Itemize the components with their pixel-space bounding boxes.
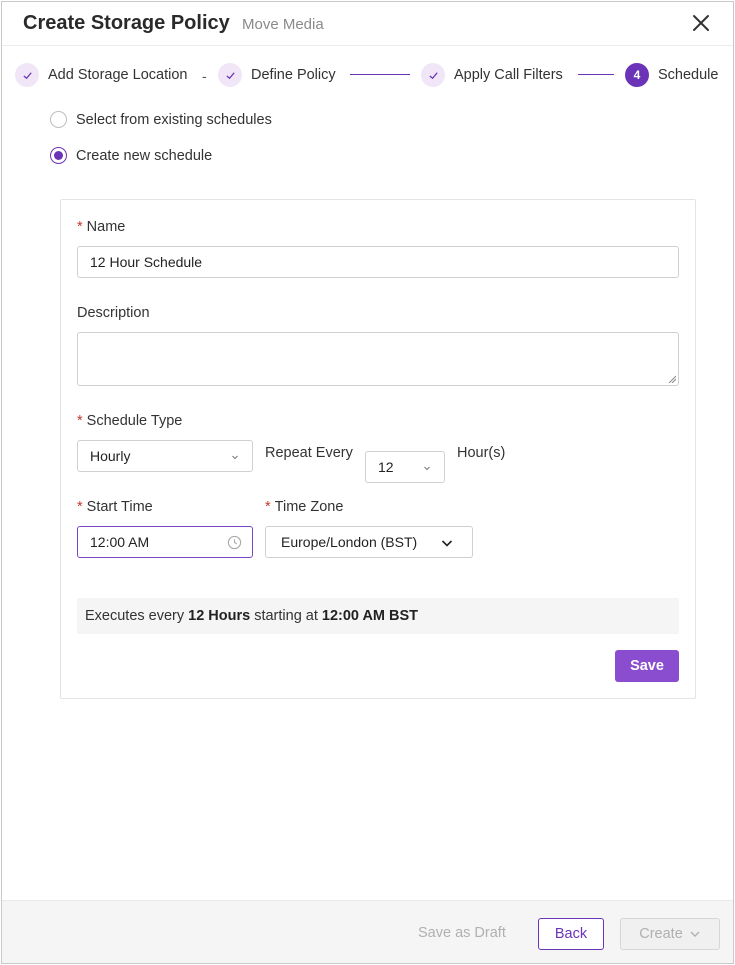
wizard-stepper: Add Storage Location - Define Policy App… — [2, 46, 733, 104]
time-zone-label-text: Time Zone — [274, 499, 344, 515]
radio-select-existing-schedule[interactable]: Select from existing schedules — [50, 111, 272, 128]
repeat-unit-label: Hour(s) — [457, 445, 506, 461]
step-label: Define Policy — [251, 67, 336, 83]
back-button[interactable]: Back — [538, 918, 604, 950]
summary-start: 12:00 AM BST — [321, 608, 419, 624]
schedule-summary: Executes every 12 Hours starting at 12:0… — [77, 598, 679, 634]
repeat-every-value: 12 — [378, 459, 394, 475]
required-marker: * — [77, 413, 83, 429]
schedule-type-select[interactable]: Hourly — [77, 440, 253, 472]
create-button[interactable]: Create — [620, 918, 720, 950]
create-storage-policy-dialog: Create Storage Policy Move Media Add Sto… — [1, 1, 734, 964]
description-label: Description — [77, 305, 150, 321]
create-button-label: Create — [639, 926, 683, 942]
chevron-down-icon — [232, 455, 238, 460]
radio-label: Select from existing schedules — [76, 111, 272, 128]
dialog-title: Create Storage Policy — [23, 12, 230, 34]
check-icon — [421, 63, 445, 87]
radio-button[interactable] — [50, 147, 67, 164]
start-time-picker[interactable]: 12:00 AM — [77, 526, 253, 558]
name-input[interactable]: 12 Hour Schedule — [77, 246, 679, 278]
step-connector — [578, 74, 614, 75]
start-time-label: * Start Time — [77, 499, 153, 515]
step-define-policy[interactable]: Define Policy — [218, 62, 336, 88]
dialog-footer: Save as Draft Back Create — [2, 900, 733, 963]
save-as-draft-button[interactable]: Save as Draft — [418, 925, 506, 941]
step-separator: - — [202, 68, 207, 84]
radio-button[interactable] — [50, 111, 67, 128]
step-label: Add Storage Location — [48, 67, 188, 83]
step-apply-call-filters[interactable]: Apply Call Filters — [421, 62, 563, 88]
step-add-storage-location[interactable]: Add Storage Location — [15, 62, 187, 88]
start-time-label-text: Start Time — [86, 499, 153, 515]
schedule-type-label: * Schedule Type — [77, 413, 182, 429]
dialog-header: Create Storage Policy Move Media — [2, 2, 733, 46]
summary-interval: 12 Hours — [188, 608, 251, 624]
chevron-down-icon — [690, 931, 700, 937]
repeat-every-label: Repeat Every — [265, 445, 353, 461]
summary-prefix: Executes every — [85, 608, 185, 624]
radio-label: Create new schedule — [76, 147, 213, 164]
schedule-form-card: * Name 12 Hour Schedule Description * Sche… — [60, 199, 696, 699]
schedule-type-label-text: Schedule Type — [86, 413, 183, 429]
start-time-value: 12:00 AM — [90, 534, 150, 550]
resize-handle-icon[interactable] — [668, 375, 676, 383]
summary-middle: starting at — [254, 608, 318, 624]
radio-create-new-schedule[interactable]: Create new schedule — [50, 147, 212, 164]
save-schedule-button[interactable]: Save — [615, 650, 679, 682]
name-label-text: Name — [86, 219, 126, 235]
chevron-down-icon — [424, 466, 430, 471]
required-marker: * — [265, 499, 271, 515]
repeat-every-select[interactable]: 12 — [365, 451, 445, 483]
chevron-down-icon — [441, 540, 453, 547]
check-icon — [218, 63, 242, 87]
close-icon[interactable] — [691, 13, 711, 33]
time-zone-value: Europe/London (BST) — [281, 534, 418, 550]
step-label: Schedule — [658, 67, 719, 83]
dialog-subtitle: Move Media — [242, 16, 324, 33]
clock-icon[interactable] — [227, 535, 242, 550]
step-number-badge: 4 — [625, 63, 649, 87]
required-marker: * — [77, 499, 83, 515]
step-schedule[interactable]: 4 Schedule — [625, 62, 718, 88]
schedule-type-value: Hourly — [90, 448, 131, 464]
step-connector — [350, 74, 410, 75]
time-zone-label: * Time Zone — [265, 499, 343, 515]
step-label: Apply Call Filters — [454, 67, 563, 83]
description-textarea[interactable] — [77, 332, 679, 386]
name-label: * Name — [77, 219, 125, 235]
required-marker: * — [77, 219, 83, 235]
check-icon — [15, 63, 39, 87]
time-zone-select[interactable]: Europe/London (BST) — [265, 526, 473, 558]
